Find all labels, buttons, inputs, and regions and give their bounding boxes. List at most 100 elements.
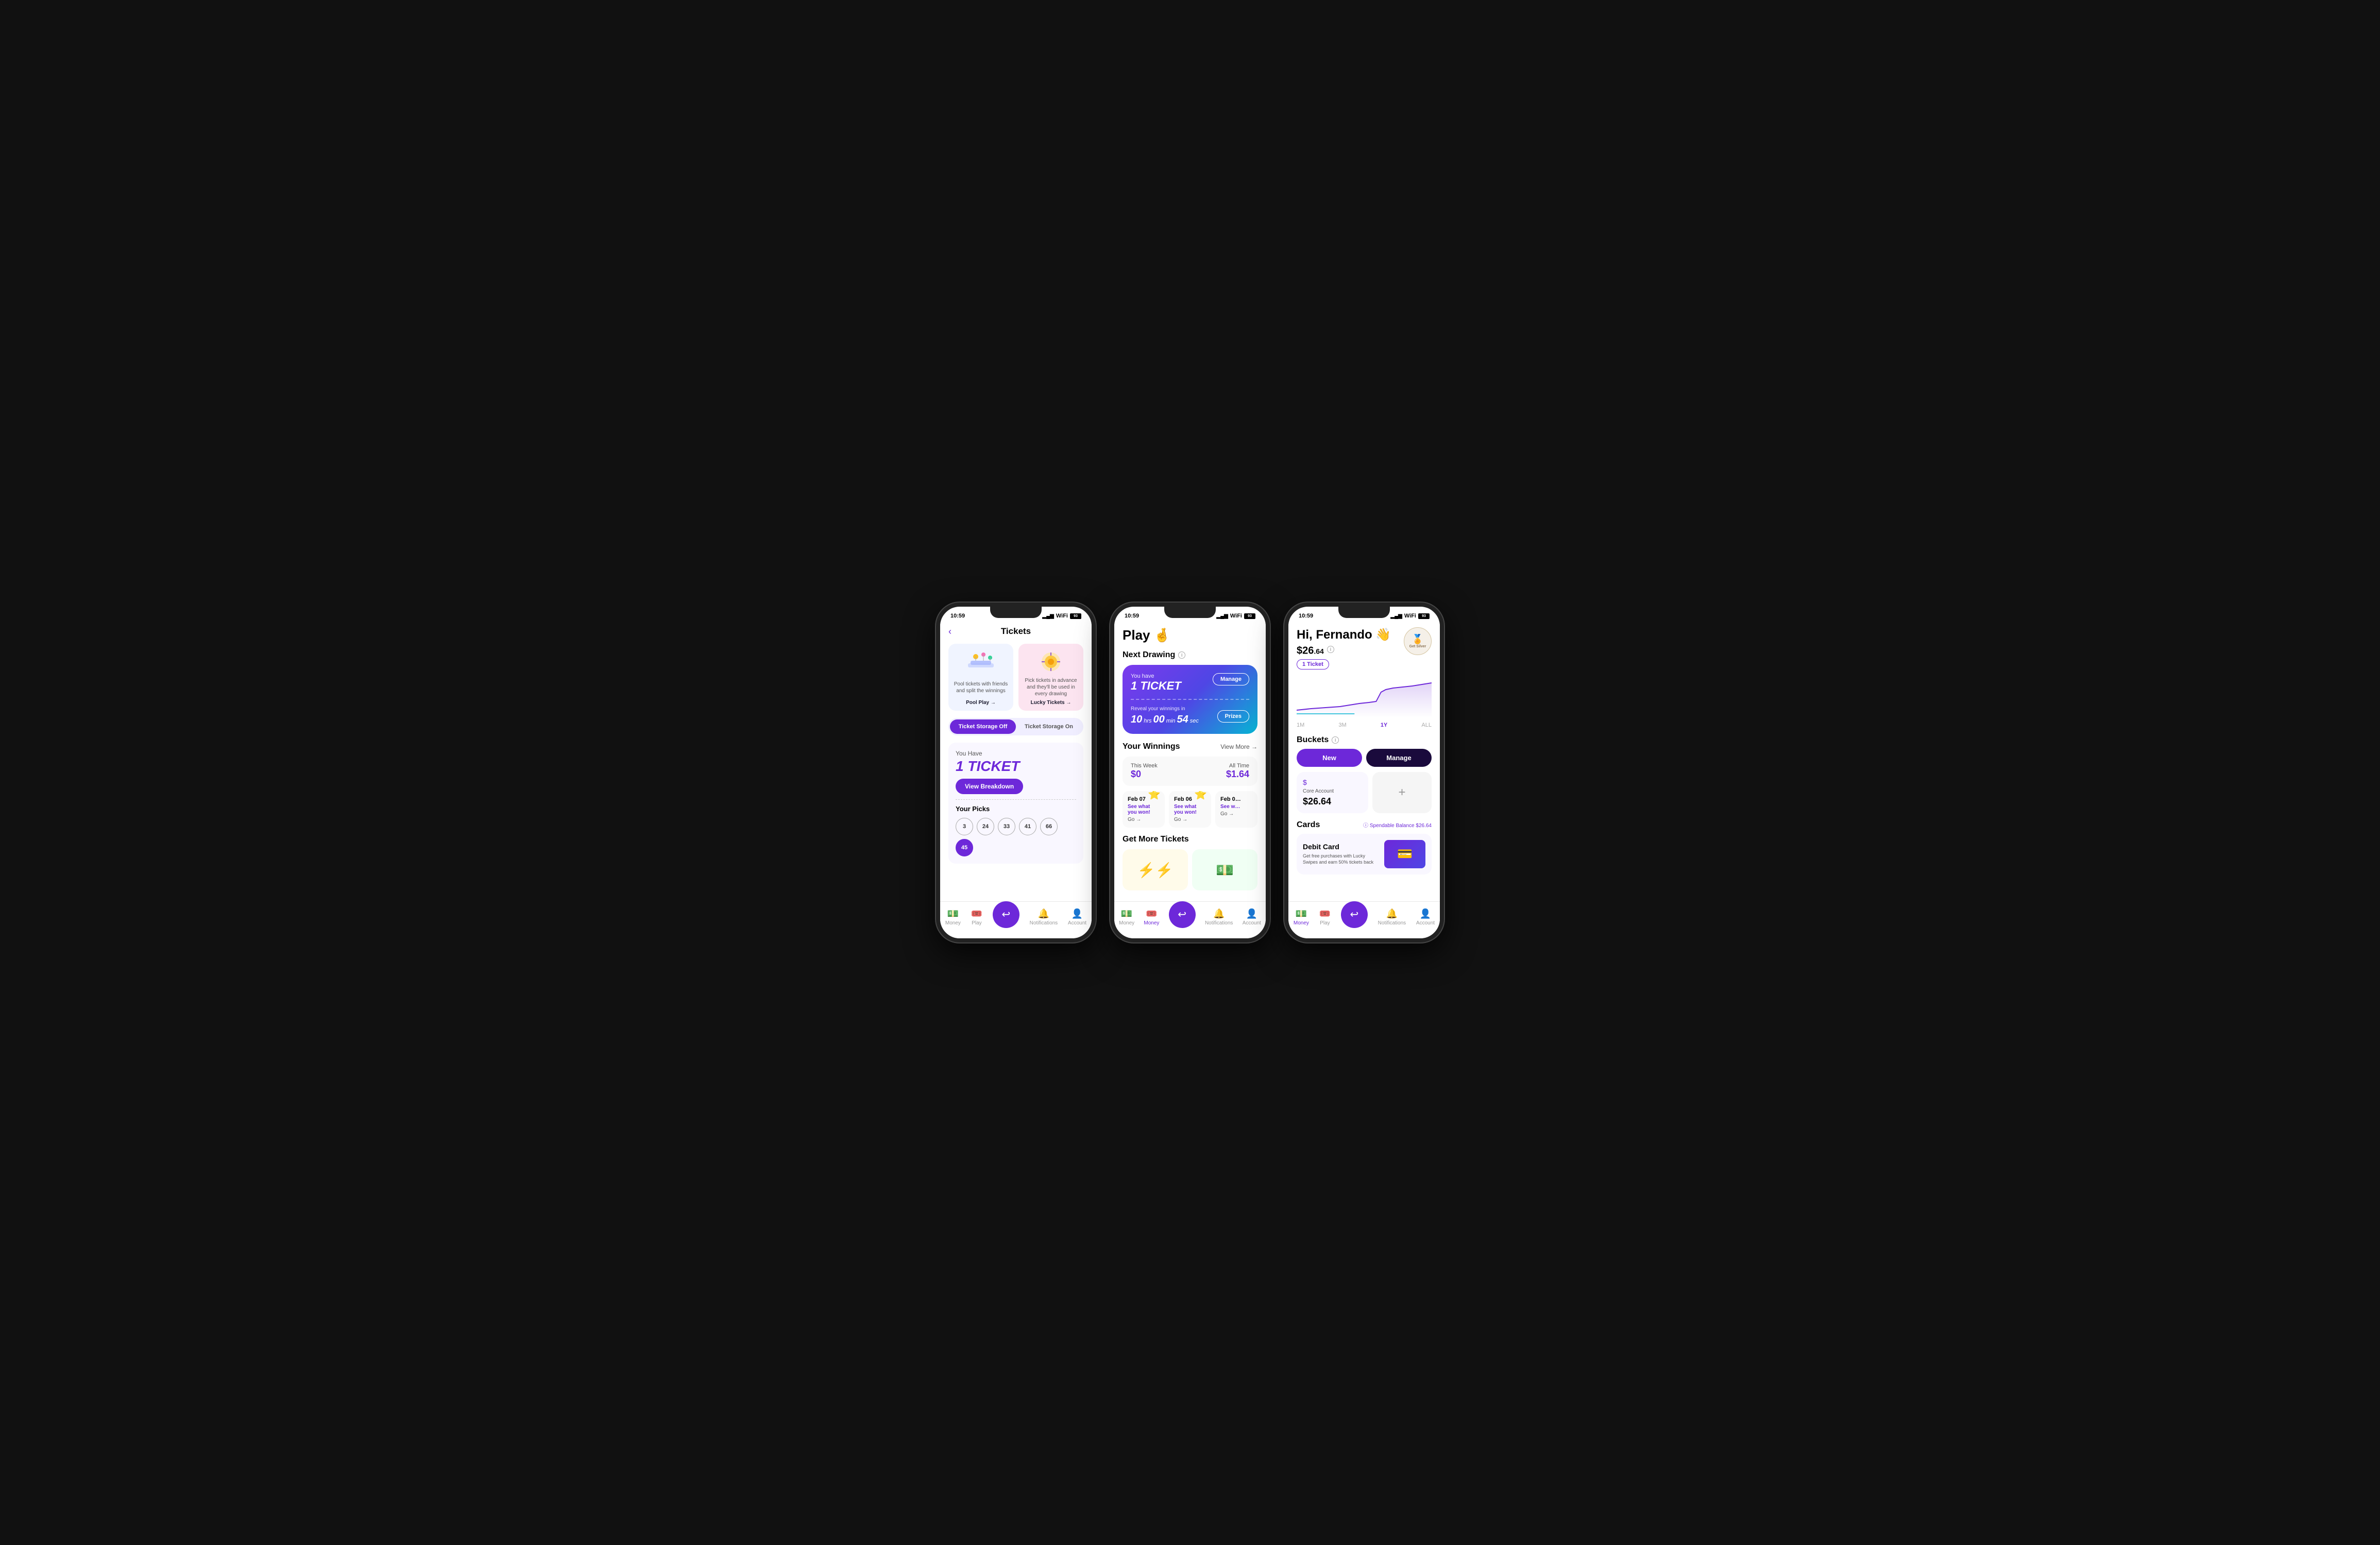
time-2: 10:59 [1125,613,1139,619]
buckets-btn-row: New Manage [1297,749,1432,767]
hrs-unit: hrs [1144,718,1151,724]
star-badge-2: ⭐ [1194,791,1207,801]
nav-notifications-1[interactable]: 🔔 Notifications [1030,908,1058,926]
nav-account-1[interactable]: 👤 Account [1068,908,1086,926]
nav-play-label-3: Play [1320,920,1330,926]
add-bucket-card[interactable]: + [1372,772,1432,813]
prizes-button[interactable]: Prizes [1217,710,1249,723]
nav-play-2[interactable]: 🎟️ Money [1144,908,1159,926]
pick-3: 3 [956,818,973,835]
get-more-card-1[interactable]: ⚡⚡ [1123,849,1188,890]
filter-1y[interactable]: 1Y [1381,722,1387,728]
bottom-nav-1: 💵 Money 🎟️ Play ↩ 🔔 Notifications 👤 Acco… [940,901,1092,938]
min-unit: min [1166,718,1176,724]
pool-play-illustration [965,649,996,675]
ticket-count: 1 TICKET [956,758,1076,775]
status-right-1: ▂▄▆ WiFi 93 [1042,613,1081,619]
pool-play-link[interactable]: Pool Play → [966,700,996,706]
debit-card-row[interactable]: Debit Card Get free purchases with Lucky… [1297,834,1432,874]
status-right-3: ▂▄▆ WiFi 93 [1390,613,1430,619]
play-icon-1: 🎟️ [971,908,982,919]
nav-notif-label-3: Notifications [1378,920,1406,926]
history-feb07[interactable]: ⭐ Feb 07 See what you won! Go → [1123,791,1165,828]
battery-3: 93 [1418,613,1430,619]
history-go-3[interactable]: Go → [1220,811,1252,817]
lucky-tickets-card[interactable]: Pick tickets in advance and they'll be u… [1018,644,1083,711]
manage-button[interactable]: Manage [1213,673,1249,685]
manage-buckets-button[interactable]: Manage [1366,749,1432,767]
filter-1m[interactable]: 1M [1297,722,1304,728]
toggle-on[interactable]: Ticket Storage On [1016,719,1082,734]
filter-all[interactable]: ALL [1421,722,1432,728]
time-1: 10:59 [950,613,965,619]
screen-1: ‹ Tickets [940,622,1092,938]
core-account-card[interactable]: $ Core Account $26.64 [1297,772,1368,813]
storage-toggle[interactable]: Ticket Storage Off Ticket Storage On [948,718,1083,735]
toggle-off[interactable]: Ticket Storage Off [950,719,1016,734]
chart-area [1297,677,1432,718]
next-drawing-card: You have 1 TICKET Manage Reveal your win… [1123,665,1257,734]
notch-3 [1338,607,1390,618]
buckets-info-icon[interactable]: i [1332,736,1339,744]
pool-play-card[interactable]: Pool tickets with friends and split the … [948,644,1013,711]
new-bucket-button[interactable]: New [1297,749,1362,767]
spendable-balance-link[interactable]: ⓘ Spendable Balance $26.64 [1363,821,1432,829]
nav-account-label-2: Account [1243,920,1261,926]
history-row: ⭐ Feb 07 See what you won! Go → ⭐ Feb 06… [1123,791,1257,828]
history-won-3: See w… [1220,804,1252,810]
history-go-2[interactable]: Go → [1174,817,1206,822]
pick-45-special: 45 [956,839,973,856]
silver-badge[interactable]: 🏅 Get Silver [1404,627,1432,655]
lucky-tickets-link[interactable]: Lucky Tickets → [1031,700,1072,706]
dashed-divider [956,799,1076,800]
cards-header: Cards ⓘ Spendable Balance $26.64 [1297,820,1432,830]
nav-account-label-1: Account [1068,920,1086,926]
get-more-card-2[interactable]: 💵 [1192,849,1257,890]
nav-center-2[interactable]: ↩ [1169,901,1196,928]
s1-header: ‹ Tickets [948,626,1083,637]
ticket-tear [1131,699,1249,700]
nav-center-3[interactable]: ↩ [1341,901,1368,928]
filter-3m[interactable]: 3M [1338,722,1346,728]
s3-content: Hi, Fernando 👋 $26.64 i 1 Ticket 🏅 Get S… [1288,622,1440,901]
hi-header: Hi, Fernando 👋 $26.64 i 1 Ticket 🏅 Get S… [1297,627,1432,675]
view-more-link[interactable]: View More → [1220,743,1257,750]
nav-center-1[interactable]: ↩ [993,901,1019,928]
nav-play-3[interactable]: 🎟️ Play [1319,908,1331,926]
nav-money-1[interactable]: 💵 Money [945,908,961,926]
history-feb06[interactable]: ⭐ Feb 06 See what you won! Go → [1169,791,1211,828]
nav-play-1[interactable]: 🎟️ Play [971,908,982,926]
balance-info-icon[interactable]: i [1327,646,1334,653]
s2-content: Play 🤞 Next Drawing i You have 1 TICKET … [1114,622,1266,901]
all-time-label: All Time [1226,763,1249,769]
account-icon-3: 👤 [1420,908,1431,919]
view-breakdown-button[interactable]: View Breakdown [956,779,1023,794]
buckets-cards: $ Core Account $26.64 + [1297,772,1432,813]
phone-3: 10:59 ▂▄▆ WiFi 93 Hi, Fernando 👋 $26.64 … [1284,603,1444,942]
star-badge-1: ⭐ [1148,791,1161,801]
nav-account-2[interactable]: 👤 Account [1243,908,1261,926]
this-week-amount: $0 [1131,769,1158,780]
nav-account-3[interactable]: 👤 Account [1416,908,1435,926]
winnings-header: Your Winnings View More → [1123,742,1257,751]
time-3: 10:59 [1299,613,1313,619]
ticket-badge[interactable]: 1 Ticket [1297,659,1329,670]
notif-icon-2: 🔔 [1213,908,1225,919]
nav-notifications-2[interactable]: 🔔 Notifications [1205,908,1233,926]
back-button[interactable]: ‹ [948,626,951,637]
your-picks-label: Your Picks [956,805,1076,813]
nav-play-label-2: Money [1144,920,1159,926]
lucky-tickets-illustration [1035,649,1066,675]
next-drawing-info-icon[interactable]: i [1178,651,1185,659]
wifi-icon-3: WiFi [1404,613,1416,619]
nav-money-3[interactable]: 💵 Money [1294,908,1309,926]
debit-card-desc: Get free purchases with Lucky Swipes and… [1303,853,1375,866]
nav-notifications-3[interactable]: 🔔 Notifications [1378,908,1406,926]
history-go-1[interactable]: Go → [1128,817,1160,822]
nav-money-2[interactable]: 💵 Money [1119,908,1134,926]
you-have-label: You Have [956,750,1076,757]
nav-play-label-1: Play [972,920,981,926]
sec-unit: sec [1190,718,1199,724]
countdown-sec: 54 [1177,714,1188,726]
history-feb-old[interactable]: Feb 0… See w… Go → [1215,791,1257,828]
